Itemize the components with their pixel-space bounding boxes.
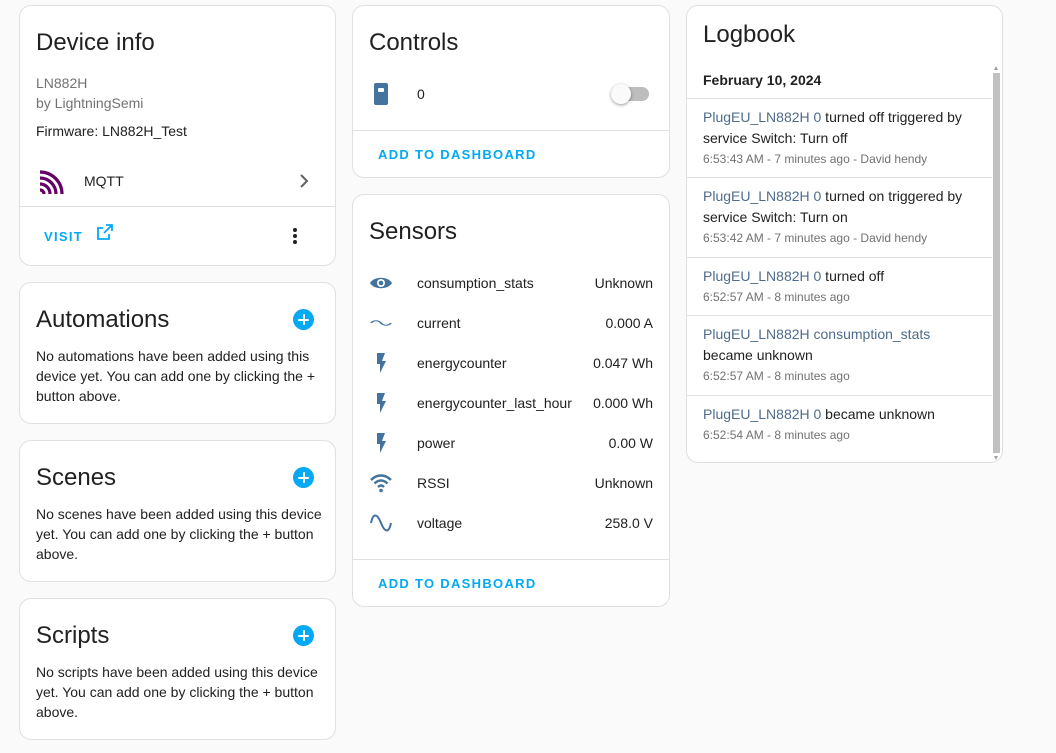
logbook-entry: PlugEU_LN882H consumption_stats became u… — [687, 315, 992, 395]
toggle-knob — [611, 84, 631, 104]
scripts-card: Scripts No scripts have been added using… — [19, 598, 336, 740]
device-manufacturer: by LightningSemi — [36, 95, 144, 111]
logbook-entity-link[interactable]: PlugEU_LN882H 0 — [703, 406, 821, 422]
automations-title: Automations — [36, 306, 170, 333]
logbook-card: Logbook February 10, 2024 PlugEU_LN882H … — [686, 5, 1003, 463]
sensor-row[interactable]: RSSI Unknown — [369, 463, 653, 503]
logbook-entry: PlugEU_LN882H 0 turned off triggered by … — [687, 98, 992, 178]
control-row-switch[interactable]: 0 — [369, 74, 653, 114]
integration-row-mqtt[interactable]: MQTT — [20, 162, 335, 202]
add-automation-button[interactable] — [293, 309, 314, 330]
flash-icon — [369, 351, 393, 375]
device-info-card: Device info LN882H by LightningSemi Firm… — [19, 5, 336, 266]
scripts-empty-text: No scripts have been added using this de… — [36, 664, 318, 720]
sensors-add-to-dashboard-button[interactable]: ADD TO DASHBOARD — [378, 576, 537, 591]
more-vert-icon[interactable] — [292, 227, 298, 245]
scrollbar-down-arrow[interactable] — [994, 456, 998, 460]
logbook-entity-link[interactable]: PlugEU_LN882H consumption_stats — [703, 326, 930, 342]
sensor-name: power — [417, 435, 456, 451]
sensor-value: 0.00 W — [608, 435, 653, 451]
device-model: LN882H — [36, 75, 88, 91]
scrollbar-thumb[interactable] — [993, 73, 1000, 453]
add-script-button[interactable] — [293, 625, 314, 646]
integration-label: MQTT — [84, 173, 124, 189]
visit-button[interactable]: VISIT — [44, 224, 114, 246]
flash-icon — [369, 431, 393, 455]
controls-title: Controls — [369, 29, 459, 56]
sensor-name: RSSI — [417, 475, 450, 491]
logbook-scrollbar[interactable] — [993, 66, 1000, 460]
logbook-message: became unknown — [703, 347, 813, 363]
logbook-entry: PlugEU_LN882H 0 turned on triggered by s… — [687, 177, 992, 257]
sensor-name: current — [417, 315, 461, 331]
logbook-entity-link[interactable]: PlugEU_LN882H 0 — [703, 188, 821, 204]
divider — [353, 130, 669, 131]
sensor-row[interactable]: energycounter_last_hour 0.000 Wh — [369, 383, 653, 423]
sine-wave-icon — [369, 511, 393, 535]
logbook-meta: 6:52:57 AM - 8 minutes ago — [703, 290, 850, 304]
sensor-row[interactable]: voltage 258.0 V — [369, 503, 653, 543]
logbook-message: turned off — [821, 268, 885, 284]
logbook-entity-link[interactable]: PlugEU_LN882H 0 — [703, 109, 821, 125]
mqtt-logo-icon — [38, 170, 64, 196]
logbook-entity-link[interactable]: PlugEU_LN882H 0 — [703, 268, 821, 284]
automations-empty-text: No automations have been added using thi… — [36, 348, 316, 404]
sensor-name: energycounter — [417, 355, 507, 371]
scrollbar-up-arrow[interactable] — [994, 66, 998, 70]
automations-card: Automations No automations have been add… — [19, 282, 336, 424]
power-socket-icon — [369, 82, 393, 106]
switch-toggle[interactable] — [611, 84, 649, 104]
logbook-meta: 6:53:42 AM - 7 minutes ago - David hendy — [703, 231, 928, 245]
sensor-row[interactable]: current 0.000 A — [369, 303, 653, 343]
sensor-value: 0.000 Wh — [593, 395, 653, 411]
sensor-value: Unknown — [594, 275, 653, 291]
logbook-meta: 6:52:57 AM - 8 minutes ago — [703, 369, 850, 383]
sensors-card: Sensors consumption_stats Unknown curren… — [352, 194, 670, 607]
logbook-entry: PlugEU_LN882H 0 turned off 6:52:57 AM - … — [687, 257, 992, 316]
sensor-row[interactable]: consumption_stats Unknown — [369, 263, 653, 303]
switch-label: 0 — [417, 86, 425, 102]
sensor-value: 0.047 Wh — [593, 355, 653, 371]
sensor-name: voltage — [417, 515, 463, 531]
device-firmware: Firmware: LN882H_Test — [36, 123, 187, 139]
logbook-title: Logbook — [703, 21, 796, 48]
logbook-meta: 6:52:54 AM - 8 minutes ago — [703, 428, 850, 442]
scenes-title: Scenes — [36, 464, 117, 491]
divider — [20, 206, 335, 207]
sensor-name: energycounter_last_hour — [417, 395, 572, 411]
controls-card: Controls 0 ADD TO DASHBOARD — [352, 5, 670, 178]
sensor-row[interactable]: power 0.00 W — [369, 423, 653, 463]
sensor-name: consumption_stats — [417, 275, 534, 291]
add-scene-button[interactable] — [293, 467, 314, 488]
sensor-value: Unknown — [594, 475, 653, 491]
open-in-new-icon — [97, 224, 114, 245]
flash-icon — [369, 391, 393, 415]
logbook-meta: 6:53:43 AM - 7 minutes ago - David hendy — [703, 152, 928, 166]
sensor-value: 0.000 A — [605, 315, 654, 331]
logbook-date: February 10, 2024 — [703, 72, 822, 88]
visit-label: VISIT — [44, 229, 84, 244]
scenes-card: Scenes No scenes have been added using t… — [19, 440, 336, 582]
scenes-empty-text: No scenes have been added using this dev… — [36, 506, 322, 562]
eye-icon — [369, 271, 393, 295]
logbook-entry: PlugEU_LN882H 0 became unknown 6:52:54 A… — [687, 395, 992, 453]
sensor-row[interactable]: energycounter 0.047 Wh — [369, 343, 653, 383]
chevron-right-icon — [294, 171, 314, 191]
scripts-title: Scripts — [36, 622, 110, 649]
controls-add-to-dashboard-button[interactable]: ADD TO DASHBOARD — [378, 147, 537, 162]
sensor-value: 258.0 V — [604, 515, 653, 531]
logbook-message: became unknown — [821, 406, 935, 422]
current-ac-icon — [369, 311, 393, 335]
device-info-title: Device info — [36, 29, 155, 56]
divider — [353, 559, 669, 560]
sensors-title: Sensors — [369, 218, 458, 245]
wifi-icon — [369, 471, 393, 495]
